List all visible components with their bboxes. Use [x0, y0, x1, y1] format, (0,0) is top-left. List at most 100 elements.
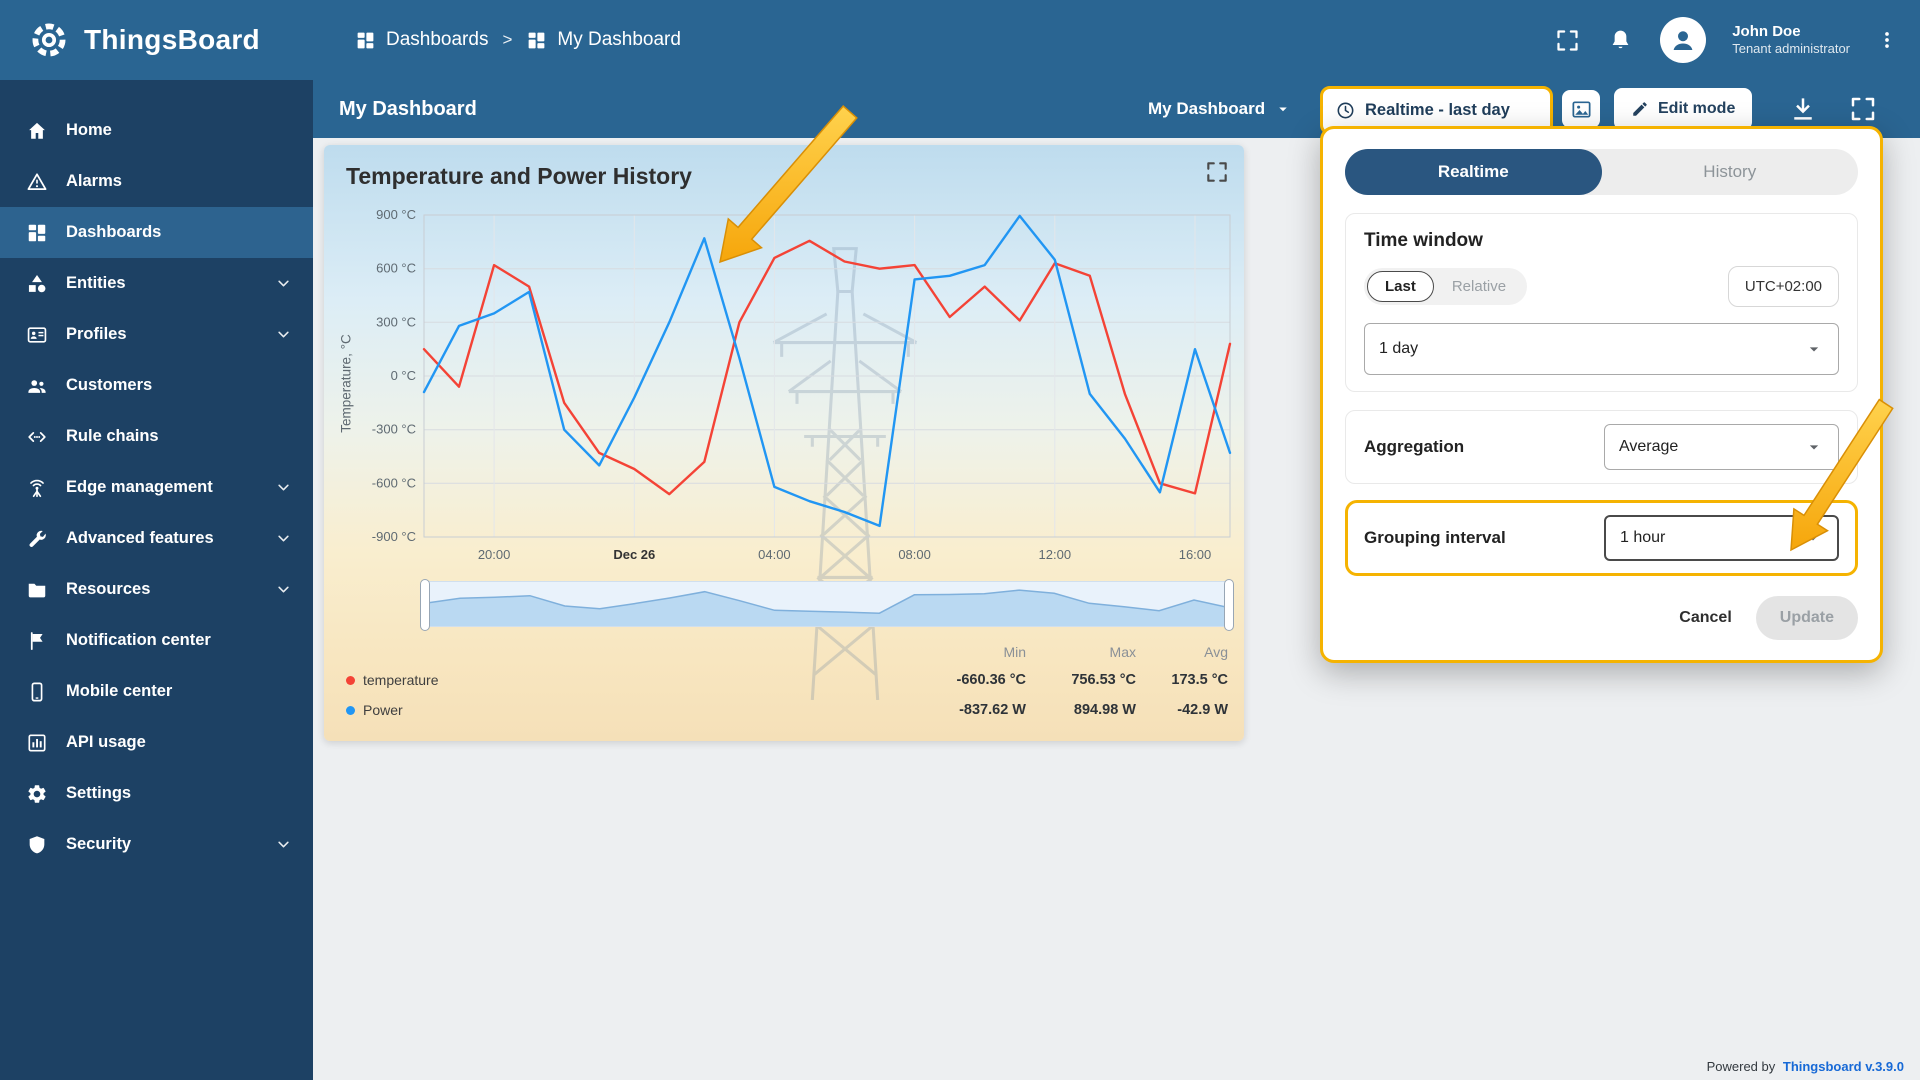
svg-text:16:00: 16:00: [1179, 547, 1212, 562]
header-actions: John Doe Tenant administrator: [1554, 0, 1898, 80]
sidebar-item-label: Customers: [66, 376, 293, 395]
powered-by-text: Powered by: [1707, 1059, 1776, 1074]
widget-title: Temperature and Power History: [346, 163, 692, 190]
sidebar-item-advanced-features[interactable]: Advanced features: [0, 513, 313, 564]
timezone-button[interactable]: UTC+02:00: [1728, 266, 1839, 307]
last-relative-toggle: Last Relative: [1364, 268, 1527, 305]
svg-text:-600 °C: -600 °C: [372, 475, 416, 490]
series-color-dot: [346, 676, 355, 685]
sidebar-item-label: Home: [66, 121, 293, 140]
svg-text:20:00: 20:00: [478, 547, 511, 562]
preview-right-handle[interactable]: [1224, 579, 1234, 631]
customers-icon: [26, 375, 48, 397]
svg-text:-900 °C: -900 °C: [372, 529, 416, 544]
series-min: -660.36 °C: [916, 672, 1026, 688]
caret-down-icon: [1804, 339, 1824, 359]
sidebar-item-notification-center[interactable]: Notification center: [0, 615, 313, 666]
sidebar-item-rule-chains[interactable]: Rule chains: [0, 411, 313, 462]
sidebar-item-settings[interactable]: Settings: [0, 768, 313, 819]
tab-realtime[interactable]: Realtime: [1345, 149, 1602, 195]
time-window-title: Time window: [1364, 230, 1839, 252]
alarm-icon: [26, 171, 48, 193]
grouping-interval-select[interactable]: 1 hour: [1604, 515, 1839, 561]
fullscreen-icon[interactable]: [1554, 27, 1581, 54]
top-header: ThingsBoard Dashboards > My Dashboard John…: [0, 0, 1920, 80]
powered-by: Powered by Thingsboard v.3.9.0: [1707, 1059, 1904, 1074]
cancel-button[interactable]: Cancel: [1665, 599, 1745, 637]
aggregation-select[interactable]: Average: [1604, 424, 1839, 470]
relative-toggle[interactable]: Relative: [1434, 271, 1524, 302]
version-link[interactable]: Thingsboard v.3.9.0: [1783, 1059, 1904, 1074]
download-icon[interactable]: [1788, 94, 1818, 124]
series-max: 894.98 W: [1026, 702, 1136, 718]
profiles-icon: [26, 324, 48, 346]
svg-text:08:00: 08:00: [898, 547, 931, 562]
timeline-preview-area: [425, 582, 1229, 626]
last-toggle[interactable]: Last: [1367, 271, 1434, 302]
expand-fullscreen-icon[interactable]: [1848, 94, 1878, 124]
sidebar-item-label: Dashboards: [66, 223, 293, 242]
sidebar-item-alarms[interactable]: Alarms: [0, 156, 313, 207]
sidebar-item-customers[interactable]: Customers: [0, 360, 313, 411]
sidebar-item-entities[interactable]: Entities: [0, 258, 313, 309]
breadcrumb-item-my-dashboard[interactable]: My Dashboard: [526, 29, 681, 51]
timewindow-value-select[interactable]: 1 day: [1364, 323, 1839, 375]
sidebar-item-label: Settings: [66, 784, 293, 803]
sidebar-item-profiles[interactable]: Profiles: [0, 309, 313, 360]
chevron-down-icon: [274, 478, 293, 497]
settings-icon: [26, 783, 48, 805]
breadcrumb-item-dashboards[interactable]: Dashboards: [355, 29, 488, 51]
mobile-icon: [26, 681, 48, 703]
user-info[interactable]: John Doe Tenant administrator: [1732, 23, 1850, 58]
kebab-menu-icon[interactable]: [1876, 29, 1898, 51]
sidebar-item-mobile-center[interactable]: Mobile center: [0, 666, 313, 717]
sidebar-item-api-usage[interactable]: API usage: [0, 717, 313, 768]
home-icon: [26, 120, 48, 142]
edge-icon: [26, 477, 48, 499]
sidebar-item-dashboards[interactable]: Dashboards: [0, 207, 313, 258]
avatar[interactable]: [1660, 17, 1706, 63]
chevron-down-icon: [274, 274, 293, 293]
update-button[interactable]: Update: [1756, 596, 1858, 640]
preview-left-handle[interactable]: [420, 579, 430, 631]
svg-text:0 °C: 0 °C: [391, 368, 416, 383]
timewindow-tabs: Realtime History: [1345, 149, 1858, 195]
svg-text:600 °C: 600 °C: [376, 261, 416, 276]
chart-legend: MinMaxAvgtemperature-660.36 °C756.53 °C1…: [346, 639, 1228, 725]
line-chart[interactable]: 900 °C600 °C300 °C0 °C-300 °C-600 °C-900…: [332, 203, 1242, 575]
sidebar-item-edge-management[interactable]: Edge management: [0, 462, 313, 513]
grouping-interval-section: Grouping interval 1 hour: [1345, 500, 1858, 576]
legend-row-temperature[interactable]: temperature-660.36 °C756.53 °C173.5 °C: [346, 665, 1228, 695]
timewindow-button-label: Realtime - last day: [1365, 101, 1510, 120]
edit-mode-button[interactable]: Edit mode: [1614, 88, 1752, 130]
widget-fullscreen-icon[interactable]: [1204, 159, 1230, 185]
caret-down-icon: [1803, 528, 1823, 548]
tab-history[interactable]: History: [1602, 149, 1859, 195]
sidebar-item-home[interactable]: Home: [0, 105, 313, 156]
svg-text:04:00: 04:00: [758, 547, 791, 562]
notifications-bell-icon[interactable]: [1607, 27, 1634, 54]
breadcrumb-separator: >: [502, 30, 512, 50]
series-avg: 173.5 °C: [1136, 672, 1228, 688]
aggregation-value: Average: [1619, 438, 1678, 456]
timeline-preview[interactable]: [424, 581, 1230, 627]
sidebar-item-security[interactable]: Security: [0, 819, 313, 870]
dashboard-selector[interactable]: My Dashboard: [1148, 80, 1292, 138]
security-icon: [26, 834, 48, 856]
thingsboard-logo[interactable]: ThingsBoard: [26, 0, 260, 80]
series-min: -837.62 W: [916, 702, 1026, 718]
sidebar-item-resources[interactable]: Resources: [0, 564, 313, 615]
legend-row-power[interactable]: Power-837.62 W894.98 W-42.9 W: [346, 695, 1228, 725]
notification-icon: [26, 630, 48, 652]
dashboard-image-button[interactable]: [1562, 90, 1600, 128]
series-color-dot: [346, 706, 355, 715]
sidebar: Home Alarms Dashboards EntitiesProfiles Cust…: [0, 80, 313, 1080]
svg-text:Dec 26: Dec 26: [613, 547, 655, 562]
user-name: John Doe: [1732, 23, 1850, 42]
chevron-down-icon: [274, 835, 293, 854]
legend-column-label: Min: [916, 644, 1026, 660]
svg-text:300 °C: 300 °C: [376, 314, 416, 329]
series-avg: -42.9 W: [1136, 702, 1228, 718]
svg-text:900 °C: 900 °C: [376, 207, 416, 222]
pencil-icon: [1631, 100, 1649, 118]
